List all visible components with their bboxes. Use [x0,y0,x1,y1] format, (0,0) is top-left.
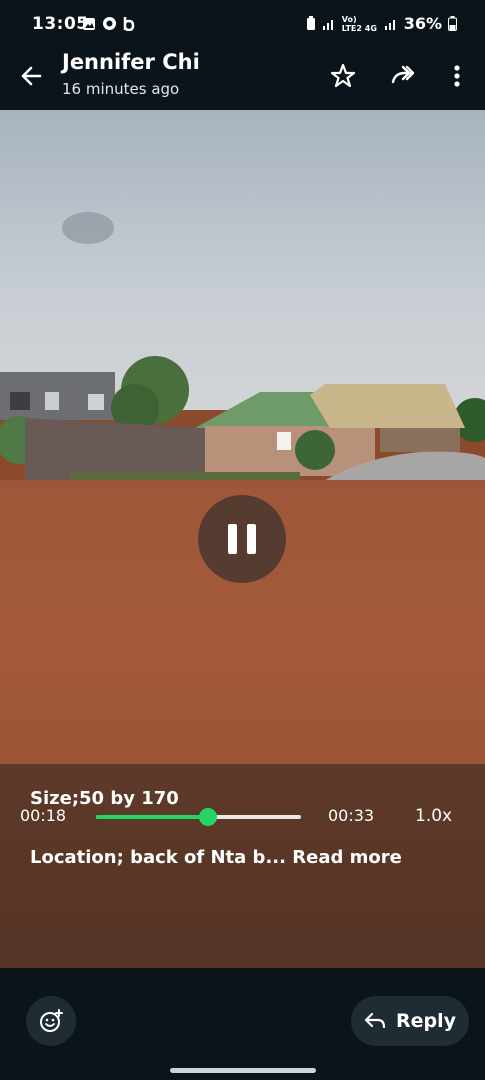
whatsapp-icon [103,17,116,30]
message-time: 16 minutes ago [62,80,180,98]
pause-icon-bar [247,524,256,554]
star-icon[interactable] [329,62,357,90]
seek-bar-progress [96,815,208,819]
contact-name[interactable]: Jennifer Chi [62,50,200,74]
battery-percent: 36% [403,14,442,33]
current-time: 00:18 [20,806,67,825]
b-icon [123,17,135,31]
signal-icon-2 [384,20,395,30]
more-vertical-icon[interactable] [443,62,471,90]
gallery-icon [83,17,95,30]
reply-label: Reply [395,1010,456,1032]
chat-media-header: Jennifer Chi 16 minutes ago [0,40,485,110]
forward-icon[interactable] [389,62,417,90]
video-player[interactable] [0,110,485,968]
caption-location-text: Location; back of Nta b... [30,847,286,868]
status-right-icons: Vo) LTE2 4G 36% [306,14,457,33]
back-arrow-icon[interactable] [18,62,46,90]
status-notification-icons [82,16,135,31]
battery-icon [448,16,457,31]
home-indicator[interactable] [170,1068,316,1073]
reply-button[interactable]: Reply [351,996,469,1046]
read-more-link[interactable]: Read more [292,847,402,868]
add-reaction-icon [40,1009,63,1032]
signal-icon [322,20,333,30]
playback-speed-button[interactable]: 1.0x [415,806,452,826]
react-button[interactable] [26,996,76,1046]
seek-bar[interactable] [96,808,301,826]
pause-icon-bar [228,524,237,554]
reply-icon [364,1012,386,1029]
caption-location: Location; back of Nta b... Read more [30,847,402,868]
pause-button[interactable] [198,495,286,583]
total-time: 00:33 [328,806,375,825]
bottom-bar: Reply [0,968,485,1080]
battery-saver-icon [306,16,315,30]
status-time: 13:05 [32,14,89,34]
network-type: Vo) LTE2 4G [341,14,377,33]
seek-bar-thumb[interactable] [198,808,217,826]
